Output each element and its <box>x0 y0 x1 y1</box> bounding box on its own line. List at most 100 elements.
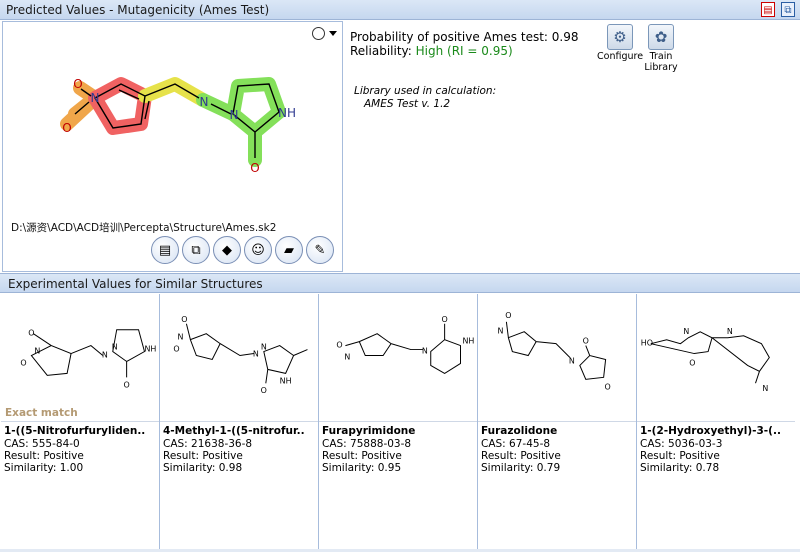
smiley-icon[interactable]: ☺ <box>244 236 272 264</box>
section-title: Experimental Values for Similar Structur… <box>8 277 263 291</box>
similar-structures-header: Experimental Values for Similar Structur… <box>0 273 800 293</box>
compound-similarity: Similarity: 0.95 <box>322 462 402 474</box>
svg-text:O: O <box>28 329 34 338</box>
exact-match-label: Exact match <box>5 407 78 419</box>
compound-name: 1-((5-Nitrofurfuryliden.. <box>4 425 146 437</box>
structure-thumbnail: ONO NNNHO <box>1 329 159 422</box>
svg-text:O: O <box>505 311 511 320</box>
report-icon[interactable]: ▤ <box>151 236 179 264</box>
svg-text:NH: NH <box>145 345 157 354</box>
svg-text:N: N <box>177 333 183 342</box>
probability-text: Probability of positive Ames test: 0.98 <box>350 30 579 44</box>
svg-text:NH: NH <box>280 376 292 385</box>
chevron-down-icon <box>329 31 337 36</box>
svg-text:N: N <box>569 356 575 365</box>
compound-name: 4-Methyl-1-((5-nitrofur.. <box>163 425 305 437</box>
svg-text:O: O <box>261 386 267 395</box>
configure-button[interactable]: ⚙ Configure <box>597 24 643 62</box>
prediction-result-panel: Probability of positive Ames test: 0.98 … <box>344 21 798 272</box>
similar-structure-card[interactable]: HO N N O N 1-(2-Hydroxyethyl)-3-(.. CAS: 50… <box>637 294 799 551</box>
similar-structure-card[interactable]: ONN NH O Furapyrimidone CAS: 75888-03-8 R… <box>319 294 478 551</box>
compound-cas: CAS: 5036-03-3 <box>640 438 723 450</box>
train-label-line2: Library <box>644 62 678 73</box>
edit-pencil-icon[interactable]: ✎ <box>306 236 334 264</box>
copy-icon[interactable]: ⧉ <box>781 2 795 17</box>
compound-result: Result: Positive <box>163 450 243 462</box>
structure-diagram[interactable]: O N O N N NH O <box>33 62 303 212</box>
configure-label: Configure <box>597 51 644 62</box>
svg-text:O: O <box>181 315 187 324</box>
atom-label-n3: N <box>230 108 239 122</box>
svg-text:O: O <box>124 380 130 389</box>
pdf-icon[interactable]: ▤ <box>761 2 775 17</box>
compound-result: Result: Positive <box>4 450 84 462</box>
compound-result: Result: Positive <box>640 450 720 462</box>
compound-cas: CAS: 67-45-8 <box>481 438 551 450</box>
svg-text:N: N <box>762 384 768 393</box>
reliability-value: High (RI = 0.95) <box>415 44 513 58</box>
similar-structures-list: ONO N N NH O Exact match 1-((5-Nitrofurfury… <box>1 294 799 551</box>
structure-panel: O N O N N NH O D:\源资\ACD\ACD培训\Percepta\… <box>2 21 343 272</box>
atom-label-n2: N <box>200 95 209 109</box>
compound-name: 1-(2-Hydroxyethyl)-3-(.. <box>640 425 781 437</box>
display-options-menu[interactable] <box>312 26 338 42</box>
reliability-line: Reliability: High (RI = 0.95) <box>350 44 513 58</box>
compound-similarity: Similarity: 1.00 <box>4 462 84 474</box>
svg-text:N: N <box>261 343 267 352</box>
svg-text:O: O <box>604 382 610 391</box>
svg-text:N: N <box>253 350 259 359</box>
structure-thumbnail: ONN NHO <box>319 315 477 422</box>
compound-cas: CAS: 75888-03-8 <box>322 438 412 450</box>
svg-text:O: O <box>173 345 179 354</box>
svg-text:N: N <box>344 352 350 361</box>
compound-result: Result: Positive <box>322 450 402 462</box>
circle-icon <box>312 27 325 40</box>
gear-icon: ⚙ <box>607 24 633 50</box>
svg-text:O: O <box>336 341 342 350</box>
svg-text:N: N <box>422 347 428 356</box>
compound-similarity: Similarity: 0.98 <box>163 462 243 474</box>
compound-similarity: Similarity: 0.79 <box>481 462 561 474</box>
svg-text:N: N <box>497 327 503 336</box>
structure-thumbnail: ONN OO <box>478 311 636 422</box>
title-bar: Predicted Values - Mutagenicity (Ames Te… <box>0 0 800 20</box>
svg-text:O: O <box>689 358 695 367</box>
database-icon[interactable]: ◆ <box>213 236 241 264</box>
file-path: D:\源资\ACD\ACD培训\Percepta\Structure\Ames.… <box>11 222 277 234</box>
svg-text:N: N <box>112 343 118 352</box>
similar-structure-card[interactable]: ONO N N NH O 4-Methyl-1-((5-nitrofur.. CAS:… <box>160 294 319 551</box>
train-label-line1: Train <box>649 51 673 62</box>
reliability-label: Reliability: <box>350 44 416 58</box>
atom-label-n1: N <box>91 91 100 105</box>
structure-thumbnail: ONO NNNHO <box>160 315 318 422</box>
compound-cas: CAS: 555-84-0 <box>4 438 80 450</box>
compound-result: Result: Positive <box>481 450 561 462</box>
svg-text:O: O <box>442 315 448 324</box>
train-library-button[interactable]: ✿ Train Library <box>642 24 680 73</box>
compound-name: Furazolidone <box>481 425 558 437</box>
atom-label-o2: O <box>73 77 82 91</box>
brain-icon: ✿ <box>648 24 674 50</box>
svg-text:N: N <box>727 327 733 336</box>
copy-structure-icon[interactable]: ⧉ <box>182 236 210 264</box>
svg-text:NH: NH <box>463 337 475 346</box>
svg-text:N: N <box>34 347 40 356</box>
structure-thumbnail: HO N N O N <box>637 327 795 422</box>
similar-structure-card[interactable]: ONO N N NH O Exact match 1-((5-Nitrofurfury… <box>1 294 160 551</box>
svg-text:N: N <box>102 351 108 360</box>
window-title: Predicted Values - Mutagenicity (Ames Te… <box>6 3 270 17</box>
atom-label-nh: NH <box>278 106 296 120</box>
atom-label-o3: O <box>250 161 259 175</box>
library-value: AMES Test v. 1.2 <box>364 98 451 110</box>
svg-text:O: O <box>583 337 589 346</box>
library-label: Library used in calculation: <box>354 85 497 97</box>
svg-text:HO: HO <box>641 339 653 348</box>
atom-label-o1: O <box>62 121 71 135</box>
compound-cas: CAS: 21638-36-8 <box>163 438 253 450</box>
similar-structure-card[interactable]: ONN OO Furazolidone CAS: 67-45-8 Result:… <box>478 294 637 551</box>
svg-text:N: N <box>683 327 689 336</box>
folder-open-icon[interactable]: ▰ <box>275 236 303 264</box>
compound-similarity: Similarity: 0.78 <box>640 462 720 474</box>
highlight-imidazolidinone <box>226 77 286 167</box>
svg-text:O: O <box>20 358 26 367</box>
